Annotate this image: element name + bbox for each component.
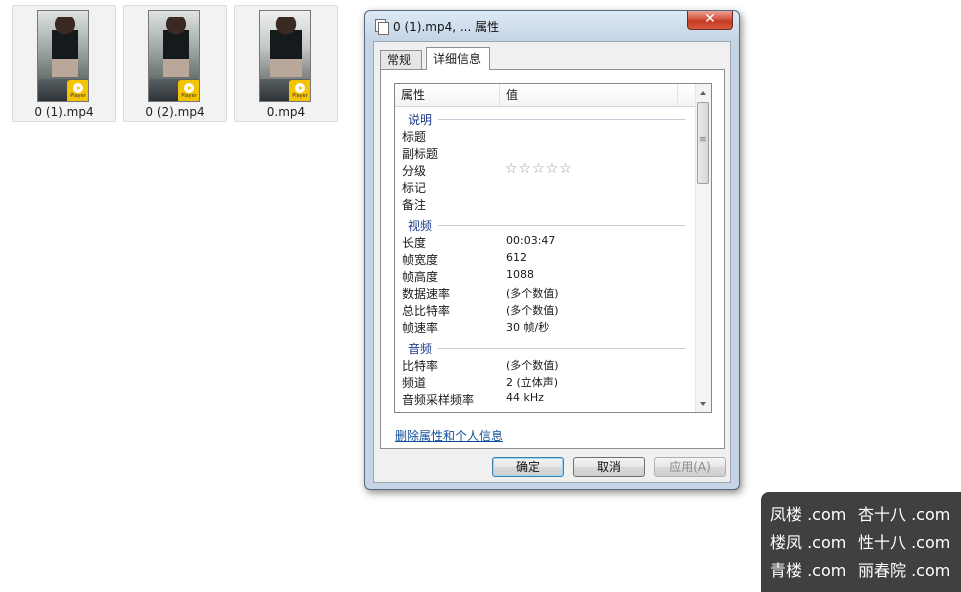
properties-rows: 说明 标题 副标题 分级 ☆☆☆☆☆ 标记 备注 视频 长度 00:03:47 帧宽… (395, 106, 695, 412)
tab-details[interactable]: 详细信息 (426, 47, 490, 70)
file-name: 0.mp4 (266, 105, 306, 119)
column-header-property[interactable]: 属性 (395, 84, 500, 106)
watermark-text: 性十八 .com (858, 533, 951, 552)
properties-window-icon (375, 19, 389, 35)
watermark-text: 丽春院 .com (858, 561, 951, 580)
scrollbar-thumb[interactable] (697, 102, 709, 184)
list-header: 属性 值 (395, 84, 695, 107)
group-description: 说明 (395, 110, 695, 128)
dialog-titlebar[interactable]: 0 (1).mp4, ... 属性 ✕ (365, 11, 739, 39)
property-value: (多个数值) (506, 304, 559, 317)
dialog-client-area: 常规 详细信息 属性 值 说明 标题 副标题 分级 ☆☆☆☆☆ 标记 备注 视频 … (373, 41, 731, 483)
tab-general[interactable]: 常规 (380, 50, 422, 69)
group-video: 视频 (395, 216, 695, 234)
play-icon (184, 83, 194, 93)
properties-list[interactable]: 属性 值 说明 标题 副标题 分级 ☆☆☆☆☆ 标记 备注 视频 长度 00:03:… (394, 83, 712, 413)
video-thumbnail: Player (148, 10, 200, 102)
property-name: 帧宽度 (402, 253, 439, 267)
property-name: 数据速率 (402, 287, 451, 301)
column-header-value[interactable]: 值 (500, 84, 678, 106)
video-thumbnail: Player (37, 10, 89, 102)
apply-button[interactable]: 应用(A) (654, 457, 726, 477)
property-value: 30 帧/秒 (506, 321, 550, 334)
watermark-text: 楼凤 .com (770, 533, 847, 552)
property-value: 00:03:47 (506, 234, 556, 247)
scroll-up-arrow-icon[interactable] (700, 91, 706, 95)
property-name: 帧速率 (402, 321, 439, 335)
ok-button[interactable]: 确定 (492, 457, 564, 477)
play-icon (295, 83, 305, 93)
group-audio: 音频 (395, 339, 695, 357)
file-icon-0-2-mp4[interactable]: Player 0 (2).mp4 (123, 5, 227, 122)
thumbnail-figure (270, 17, 302, 77)
watermark-line: 凤楼 .com 杏十八 .com (770, 501, 961, 529)
property-name: 标题 (402, 130, 427, 144)
property-row[interactable]: 帧速率 30 帧/秒 (395, 318, 695, 335)
property-value: 2 (立体声) (506, 376, 559, 389)
remove-properties-link[interactable]: 删除属性和个人信息 (395, 427, 503, 444)
watermark-text: 杏十八 .com (858, 505, 951, 524)
property-value: (多个数值) (506, 287, 559, 300)
details-tab-page: 属性 值 说明 标题 副标题 分级 ☆☆☆☆☆ 标记 备注 视频 长度 00:03:… (380, 69, 725, 449)
property-name: 长度 (402, 236, 427, 250)
video-thumbnail: Player (259, 10, 311, 102)
thumbnail-figure (163, 17, 189, 77)
property-name: 帧高度 (402, 270, 439, 284)
scroll-down-arrow-icon[interactable] (700, 402, 706, 406)
file-icon-0-mp4[interactable]: Player 0.mp4 (234, 5, 338, 122)
property-row[interactable]: 帧宽度 612 (395, 250, 695, 267)
property-value: 612 (506, 251, 527, 264)
property-row[interactable]: 总比特率 (多个数值) (395, 301, 695, 318)
property-name: 比特率 (402, 359, 439, 373)
cancel-button[interactable]: 取消 (573, 457, 645, 477)
watermark-text: 青楼 .com (770, 561, 847, 580)
property-value: 1088 (506, 268, 534, 281)
property-value: 44 kHz (506, 391, 544, 404)
file-name: 0 (1).mp4 (34, 105, 94, 119)
player-badge-icon: Player (178, 80, 199, 101)
property-name: 总比特率 (402, 304, 451, 318)
file-name: 0 (2).mp4 (145, 105, 205, 119)
property-value: (多个数值) (506, 359, 559, 372)
group-label: 视频 (408, 217, 439, 234)
property-row[interactable]: 备注 (395, 195, 695, 212)
vertical-scrollbar[interactable] (695, 84, 711, 412)
file-icon-0-1-mp4[interactable]: Player 0 (1).mp4 (12, 5, 116, 122)
watermark-overlay: 凤楼 .com 杏十八 .com 楼凤 .com 性十八 .com 青楼 .com 丽… (761, 492, 961, 592)
badge-label: Player (292, 93, 308, 99)
property-row[interactable]: 比特率 (多个数值) (395, 356, 695, 373)
property-row[interactable]: 副标题 (395, 144, 695, 161)
property-row[interactable]: 标记 (395, 178, 695, 195)
property-name: 备注 (402, 198, 427, 212)
watermark-line: 青楼 .com 丽春院 .com (770, 557, 961, 585)
play-icon (73, 83, 83, 93)
property-row-rating[interactable]: 分级 ☆☆☆☆☆ (395, 161, 695, 178)
watermark-line: 楼凤 .com 性十八 .com (770, 529, 961, 557)
property-name: 分级 (402, 164, 427, 178)
property-row[interactable]: 频道 2 (立体声) (395, 373, 695, 390)
property-row[interactable]: 标题 (395, 127, 695, 144)
property-name: 音频采样频率 (402, 393, 475, 407)
property-name: 频道 (402, 376, 427, 390)
watermark-text: 凤楼 .com (770, 505, 847, 524)
thumbnail-figure (52, 17, 78, 77)
property-name: 副标题 (402, 147, 439, 161)
badge-label: Player (181, 93, 197, 99)
property-row[interactable]: 帧高度 1088 (395, 267, 695, 284)
group-label: 音频 (408, 340, 439, 357)
property-row[interactable]: 数据速率 (多个数值) (395, 284, 695, 301)
property-row[interactable]: 音频采样频率 44 kHz (395, 390, 695, 407)
dialog-title: 0 (1).mp4, ... 属性 (393, 20, 500, 34)
property-name: 标记 (402, 181, 427, 195)
property-row[interactable]: 长度 00:03:47 (395, 233, 695, 250)
badge-label: Player (70, 93, 86, 99)
group-label: 说明 (408, 111, 439, 128)
rating-stars-icon[interactable]: ☆☆☆☆☆ (505, 161, 573, 177)
player-badge-icon: Player (289, 80, 310, 101)
close-button[interactable]: ✕ (687, 11, 733, 30)
properties-dialog: 0 (1).mp4, ... 属性 ✕ 常规 详细信息 属性 值 说明 标题 副… (364, 10, 740, 490)
player-badge-icon: Player (67, 80, 88, 101)
